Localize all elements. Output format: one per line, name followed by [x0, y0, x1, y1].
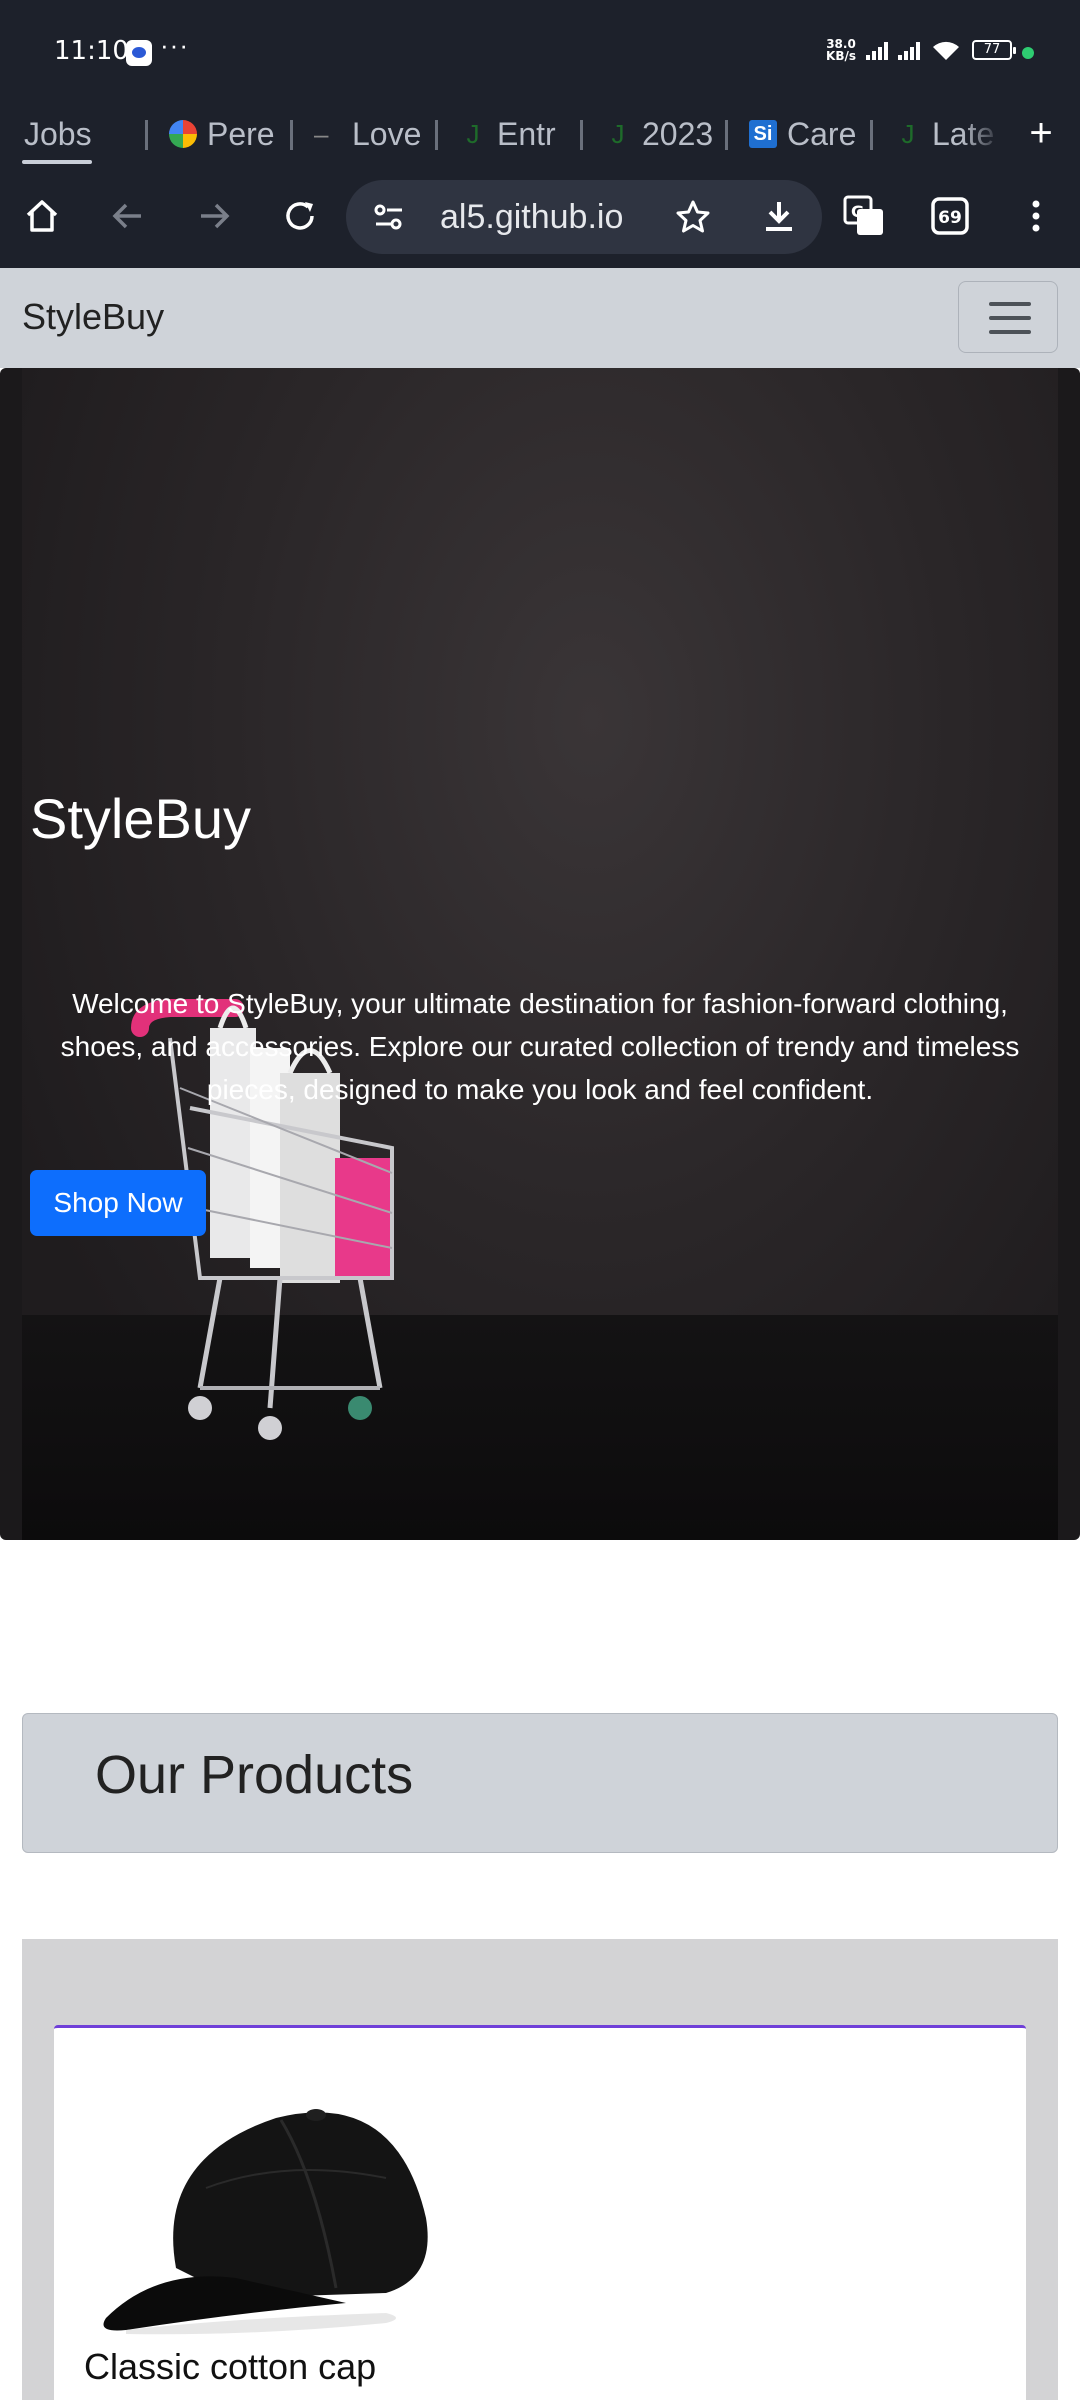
status-overflow-dots: ···	[160, 30, 189, 60]
hamburger-line	[989, 316, 1031, 320]
browser-tab[interactable]: Jobs	[0, 104, 145, 164]
site-settings-icon[interactable]	[372, 201, 406, 233]
browser-tab[interactable]: – Love	[290, 104, 435, 164]
tab-label: 2023	[642, 115, 712, 152]
j-icon: J	[611, 119, 625, 149]
reload-icon	[286, 202, 314, 230]
products-section-header: Our Products	[22, 1713, 1058, 1853]
privacy-indicator-dot	[1022, 47, 1034, 59]
product-name: Classic cotton cap	[84, 2346, 377, 2387]
net-speed-unit: KB/s	[826, 49, 856, 63]
wifi-icon	[930, 38, 962, 62]
signal-2-icon	[898, 40, 920, 60]
tab-label: Pere	[207, 115, 275, 152]
download-icon[interactable]	[760, 198, 798, 236]
menu-button[interactable]	[1006, 186, 1066, 246]
translate-icon: G	[843, 195, 883, 235]
status-time: 11:10	[54, 36, 129, 66]
hero-banner: StyleBuy Welcome to StyleBuy, your ultim…	[0, 368, 1080, 1540]
browser-tab[interactable]: Si Care	[725, 104, 870, 164]
forward-button[interactable]	[184, 186, 244, 246]
hamburger-icon	[989, 302, 1031, 306]
dash-icon: –	[314, 119, 329, 149]
back-button[interactable]	[98, 186, 158, 246]
status-bar: 11:10 ··· 38.0 KB/s 77	[0, 0, 1080, 104]
si-icon: Si	[749, 120, 777, 148]
j-icon: J	[466, 119, 480, 149]
tab-switcher-button[interactable]: 69	[920, 186, 980, 246]
tab-label: Care	[787, 115, 857, 152]
more-vert-icon	[1032, 200, 1040, 232]
cap-product-image	[103, 2109, 428, 2335]
hero-description: Welcome to StyleBuy, your ultimate desti…	[60, 988, 1020, 1105]
google-icon	[169, 120, 197, 148]
nav-toggle-button[interactable]	[958, 281, 1058, 353]
signal-1-icon	[866, 40, 888, 60]
home-button[interactable]	[12, 186, 72, 246]
j-icon: J	[901, 119, 915, 149]
bookmark-star-icon[interactable]	[674, 198, 712, 236]
tab-label: Entr	[497, 115, 556, 152]
browser-tab[interactable]: J 2023	[580, 104, 725, 164]
shop-now-button[interactable]: Shop Now	[30, 1170, 206, 1236]
tab-fade	[962, 104, 1002, 164]
hero-title: StyleBuy	[30, 787, 251, 850]
battery-icon: 77	[972, 40, 1016, 60]
hamburger-line	[989, 330, 1031, 334]
tab-count-icon: 69	[931, 197, 969, 235]
svg-text:69: 69	[938, 208, 962, 228]
reload-button[interactable]	[270, 186, 330, 246]
browser-tab[interactable]: J Entr	[435, 104, 580, 164]
network-speed: 38.0 KB/s	[826, 38, 856, 62]
forward-arrow-icon	[201, 203, 230, 229]
notification-app-icon	[126, 40, 152, 66]
tab-label: Jobs	[24, 115, 92, 152]
section-title: Our Products	[95, 1745, 414, 1805]
browser-tab[interactable]: Pere	[145, 104, 290, 164]
back-arrow-icon	[112, 203, 141, 229]
tab-strip: Jobs Pere – Love J Entr J 2023 Si Care J…	[0, 104, 1080, 164]
home-icon	[26, 200, 58, 232]
product-card[interactable]: Classic cotton cap	[54, 2025, 1026, 2405]
site-brand[interactable]: StyleBuy	[22, 296, 164, 338]
tab-label: Love	[352, 115, 422, 152]
products-grid: Classic cotton cap	[22, 1939, 1058, 2405]
status-indicators: 38.0 KB/s 77	[826, 38, 1016, 62]
translate-button[interactable]: G	[834, 186, 894, 246]
svg-text:G: G	[851, 202, 864, 221]
url-text: al5.github.io	[440, 198, 624, 236]
new-tab-button[interactable]: +	[1002, 104, 1080, 164]
address-bar[interactable]: al5.github.io	[346, 180, 822, 254]
site-navbar: StyleBuy	[0, 268, 1080, 368]
